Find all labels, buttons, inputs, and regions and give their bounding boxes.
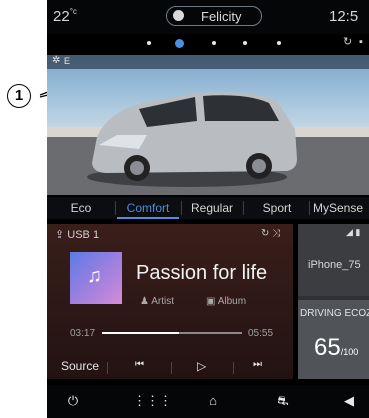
previous-icon[interactable]: ⏮ <box>135 359 144 370</box>
signal-icon: ◢ ▮ <box>346 227 361 237</box>
artist-icon: ♟ <box>140 296 152 307</box>
repeat-shuffle-icon[interactable]: ↻ ⤨ <box>261 228 280 239</box>
media-source: ⇪ USB 1 <box>55 229 100 241</box>
clock: 12:5 <box>329 8 359 25</box>
drive-mode-comfort[interactable]: Comfort <box>117 197 179 219</box>
page-indicator[interactable]: ↻ ▪ <box>47 36 369 50</box>
page-dot-active[interactable] <box>175 39 184 48</box>
home-icon[interactable]: ⌂ <box>203 393 223 408</box>
drive-mode-regular[interactable]: Regular <box>183 197 241 219</box>
album-icon: ▣ <box>206 296 218 307</box>
page-dot[interactable] <box>147 41 151 45</box>
next-icon[interactable]: ⏭ <box>253 359 262 370</box>
drive-mode-eco[interactable]: Eco <box>55 197 107 219</box>
profile-name: Felicity <box>201 9 242 24</box>
vehicle-widget[interactable]: ✲ E <box>47 55 369 195</box>
temperature: 22°c <box>53 7 77 25</box>
page-dot[interactable] <box>277 41 281 45</box>
album-art: ♫ <box>70 252 122 304</box>
apps-icon[interactable]: ⋮⋮⋮ <box>133 393 172 409</box>
refresh-icon[interactable]: ↻ <box>343 35 352 48</box>
track-title: Passion for life <box>136 262 268 284</box>
source-button[interactable]: Source <box>61 359 99 373</box>
avatar-icon <box>173 10 184 21</box>
artist-name: ♟ Artist <box>140 296 174 307</box>
drive-mode-selector: Eco Comfort Regular Sport MySense <box>47 197 369 219</box>
power-icon[interactable]: ⏻ <box>63 393 83 409</box>
profile-button[interactable]: Felicity <box>166 6 262 26</box>
infotainment-screen: 22°c Felicity 12:5 ↻ ▪ ✲ E Eco Comfort R… <box>47 0 369 418</box>
music-note-icon: ♫ <box>87 265 102 287</box>
total-time: 05:55 <box>248 328 274 339</box>
page-dot[interactable] <box>243 41 247 45</box>
bottom-nav: ⏻ ⋮⋮⋮ ⌂ ⛐ ◀ <box>47 385 369 418</box>
car-image <box>47 92 369 195</box>
phone-name: iPhone_75 <box>308 259 361 271</box>
drive-mode-mysense[interactable]: MySense <box>313 197 369 219</box>
elapsed-time: 03:17 <box>70 328 96 339</box>
phone-widget[interactable]: ◢ ▮ iPhone_75 <box>298 224 369 296</box>
volume-icon[interactable]: ◀ <box>339 393 359 409</box>
album-name: ▣ Album <box>206 296 247 307</box>
status-bar: 22°c Felicity 12:5 <box>47 0 369 34</box>
eco-score: 65/100 <box>314 334 359 361</box>
drive-mode-sport[interactable]: Sport <box>247 197 307 219</box>
eco-score-widget[interactable]: DRIVING ECOZ 65/100 <box>298 300 369 379</box>
media-widget[interactable]: ⇪ USB 1 ↻ ⤨ ♫ Passion for life ♟ Artist … <box>47 224 293 379</box>
assist-icon[interactable]: ⛐ <box>273 393 293 411</box>
settings-icon[interactable]: ▪ <box>359 36 363 48</box>
progress-bar[interactable] <box>102 332 242 334</box>
play-icon[interactable]: ▷ <box>197 359 206 373</box>
usb-icon: ⇪ <box>55 229 68 241</box>
media-controls: Source ⏮ ▷ ⏭ <box>47 357 293 379</box>
eco-label: DRIVING ECOZ <box>300 308 369 319</box>
callout-number: 1 <box>7 84 31 108</box>
page-dot[interactable] <box>212 41 216 45</box>
side-widget[interactable]: ◢ ▮ iPhone_75 DRIVING ECOZ 65/100 <box>298 224 369 379</box>
progress-fill <box>102 332 179 334</box>
